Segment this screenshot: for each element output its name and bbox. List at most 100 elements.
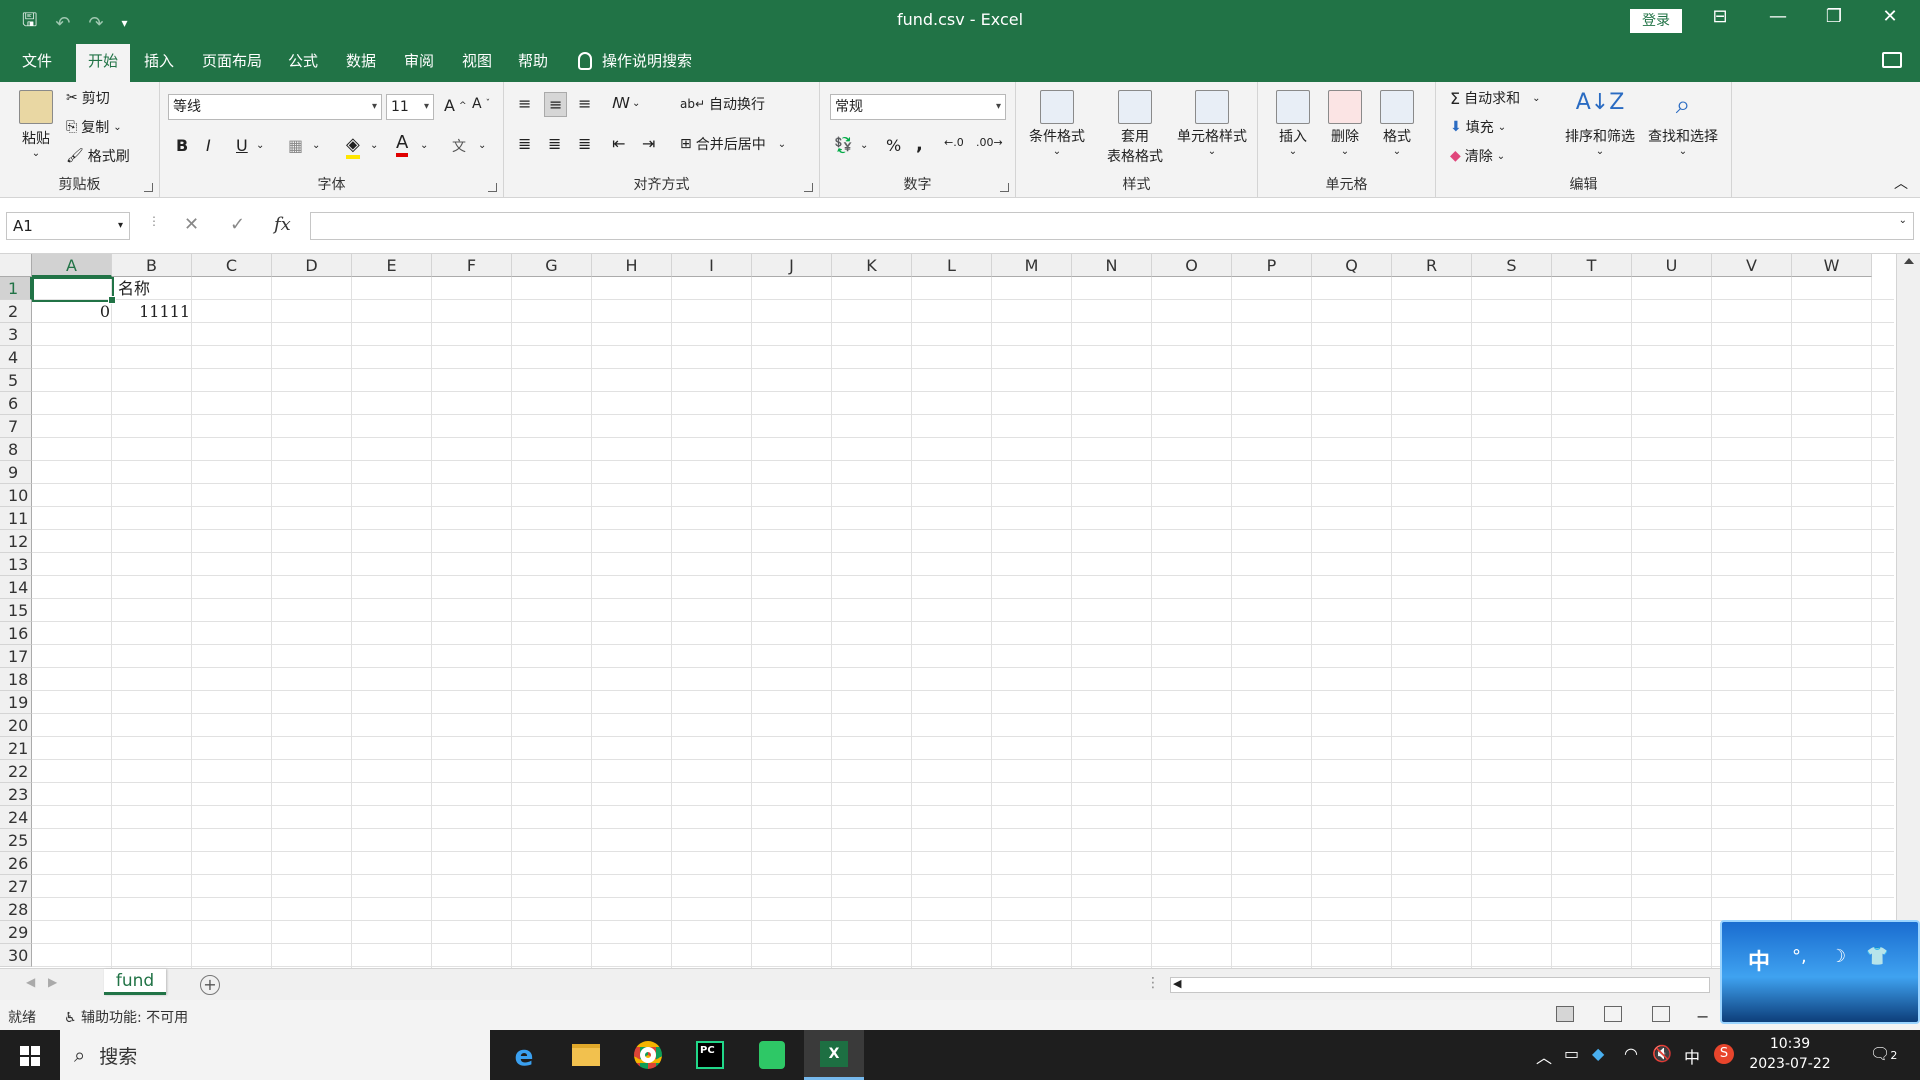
column-header-W[interactable]: W (1792, 254, 1872, 277)
italic-button[interactable]: I (206, 136, 211, 155)
font-size-select[interactable]: 11 ▾ (386, 94, 434, 120)
horizontal-scrollbar[interactable]: ◀ (1170, 977, 1710, 993)
collapse-ribbon-icon[interactable]: ︿ (1894, 173, 1908, 193)
column-header-T[interactable]: T (1552, 254, 1632, 277)
column-header-K[interactable]: K (832, 254, 912, 277)
column-header-A[interactable]: A (32, 254, 112, 277)
row-header-12[interactable]: 12 (0, 530, 32, 553)
minimize-button[interactable]: — (1758, 6, 1798, 27)
row-header-10[interactable]: 10 (0, 484, 32, 507)
select-all-corner[interactable] (0, 254, 32, 277)
row-header-23[interactable]: 23 (0, 783, 32, 806)
align-left-icon[interactable]: ≣ (518, 134, 531, 153)
copy-button[interactable]: ⎘ 复制 ⌄ (66, 117, 122, 137)
decrease-font-icon[interactable]: Aˇ (472, 96, 490, 112)
vertical-scrollbar[interactable] (1896, 254, 1920, 968)
cell-area[interactable] (32, 277, 1894, 968)
column-header-R[interactable]: R (1392, 254, 1472, 277)
taskbar-search-box[interactable]: ⌕ 搜索 (60, 1030, 490, 1080)
insert-cells-button[interactable]: 插入 ⌄ (1270, 90, 1316, 157)
tab-help[interactable]: 帮助 (506, 40, 560, 82)
tab-insert[interactable]: 插入 (132, 40, 186, 82)
tab-view[interactable]: 视图 (450, 40, 504, 82)
ime-skin-icon[interactable]: 👕 (1866, 946, 1888, 967)
delete-cells-button[interactable]: 删除 ⌄ (1322, 90, 1368, 157)
clipboard-launcher-icon[interactable] (144, 183, 153, 192)
volume-muted-icon[interactable]: 🔇 (1652, 1044, 1672, 1063)
column-header-J[interactable]: J (752, 254, 832, 277)
column-header-V[interactable]: V (1712, 254, 1792, 277)
row-header-5[interactable]: 5 (0, 369, 32, 392)
clear-button[interactable]: ◆ 清除 ⌄ (1450, 146, 1505, 166)
sort-filter-button[interactable]: A↓Z 排序和筛选 ⌄ (1562, 90, 1638, 157)
green-app-icon[interactable] (742, 1030, 802, 1080)
paste-button[interactable]: 粘贴 ⌄ (16, 90, 56, 159)
row-header-20[interactable]: 20 (0, 714, 32, 737)
column-header-S[interactable]: S (1472, 254, 1552, 277)
bold-button[interactable]: B (176, 136, 188, 155)
column-header-L[interactable]: L (912, 254, 992, 277)
row-header-7[interactable]: 7 (0, 415, 32, 438)
decrease-indent-icon[interactable]: ⇤ (612, 134, 625, 153)
font-launcher-icon[interactable] (488, 183, 497, 192)
page-break-view-icon[interactable] (1652, 1006, 1670, 1022)
orientation-dropdown-icon[interactable]: ⌄ (632, 98, 640, 109)
decrease-decimal-icon[interactable]: .00→ (976, 136, 1003, 149)
alignment-launcher-icon[interactable] (804, 183, 813, 192)
fill-color-icon[interactable]: ◈ (346, 134, 360, 159)
column-header-Q[interactable]: Q (1312, 254, 1392, 277)
align-top-icon[interactable]: ≡ (518, 94, 531, 113)
row-header-21[interactable]: 21 (0, 737, 32, 760)
row-header-17[interactable]: 17 (0, 645, 32, 668)
row-header-18[interactable]: 18 (0, 668, 32, 691)
autosum-button[interactable]: Σ 自动求和 ⌄ (1450, 88, 1541, 108)
column-header-P[interactable]: P (1232, 254, 1312, 277)
network-app-icon[interactable]: ◆ (1592, 1044, 1604, 1063)
wifi-icon[interactable]: ◠ (1624, 1044, 1638, 1063)
tell-me-search[interactable]: 操作说明搜索 (578, 40, 692, 82)
align-bottom-icon[interactable]: ≡ (578, 94, 591, 113)
column-header-U[interactable]: U (1632, 254, 1712, 277)
start-button[interactable] (0, 1030, 60, 1080)
increase-decimal-icon[interactable]: ←.0 (944, 136, 964, 149)
align-right-icon[interactable]: ≣ (578, 134, 591, 153)
row-header-1[interactable]: 1 (0, 277, 32, 300)
tab-formulas[interactable]: 公式 (276, 40, 330, 82)
row-header-8[interactable]: 8 (0, 438, 32, 461)
edge-app-icon[interactable]: e (494, 1030, 554, 1080)
increase-indent-icon[interactable]: ⇥ (642, 134, 655, 153)
accounting-format-icon[interactable]: 💱 (834, 136, 853, 154)
row-header-30[interactable]: 30 (0, 944, 32, 967)
row-header-4[interactable]: 4 (0, 346, 32, 369)
borders-dropdown-icon[interactable]: ⌄ (312, 140, 320, 151)
phonetic-dropdown-icon[interactable]: ⌄ (478, 140, 486, 151)
row-header-28[interactable]: 28 (0, 898, 32, 921)
format-as-table-button[interactable]: 套用 表格格式 (1096, 90, 1174, 166)
tab-review[interactable]: 审阅 (392, 40, 446, 82)
column-header-F[interactable]: F (432, 254, 512, 277)
format-cells-button[interactable]: 格式 ⌄ (1374, 90, 1420, 157)
find-select-button[interactable]: ⌕ 查找和选择 ⌄ (1642, 90, 1724, 157)
normal-view-icon[interactable] (1556, 1006, 1574, 1022)
cell-A2[interactable]: 0 (32, 300, 110, 323)
zoom-out-icon[interactable]: − (1696, 1007, 1709, 1026)
number-launcher-icon[interactable] (1000, 183, 1009, 192)
cancel-icon[interactable]: ✕ (184, 214, 199, 235)
prev-sheet-icon[interactable]: ◀ (26, 975, 35, 989)
pycharm-app-icon[interactable]: PC (680, 1030, 740, 1080)
increase-font-icon[interactable]: A ^ (444, 96, 467, 115)
column-header-E[interactable]: E (352, 254, 432, 277)
conditional-formatting-button[interactable]: 条件格式 ⌄ (1024, 90, 1090, 157)
expand-formula-icon[interactable]: ⌄ (1899, 215, 1907, 226)
font-color-dropdown-icon[interactable]: ⌄ (420, 140, 428, 151)
column-header-B[interactable]: B (112, 254, 192, 277)
name-box[interactable]: A1 ▾ (6, 212, 130, 240)
ribbon-display-options-icon[interactable]: ⊟ (1700, 6, 1740, 27)
row-header-24[interactable]: 24 (0, 806, 32, 829)
comma-style-button[interactable]: , (916, 134, 923, 155)
sogou-ime-icon[interactable]: S (1714, 1044, 1734, 1064)
split-grip-icon[interactable]: ⋮ (1146, 975, 1160, 991)
wrap-text-button[interactable]: ab↵ 自动换行 (680, 94, 765, 114)
ime-floating-toolbar[interactable]: 中 °, ☽ 👕 (1720, 920, 1920, 1024)
tab-page-layout[interactable]: 页面布局 (190, 40, 274, 82)
